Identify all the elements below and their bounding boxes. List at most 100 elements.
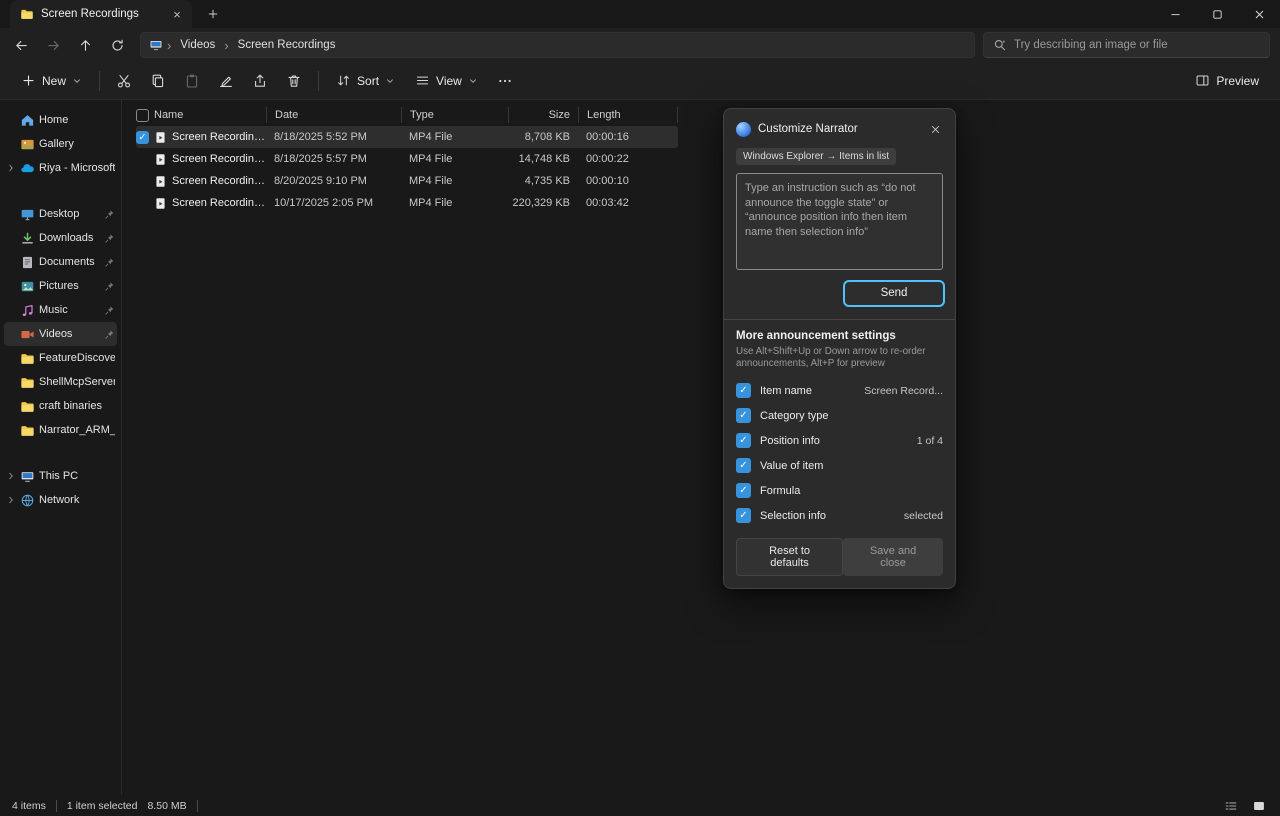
checkbox-formula[interactable]: ✓ bbox=[736, 483, 751, 498]
back-button[interactable] bbox=[6, 31, 36, 59]
sidebar-separator bbox=[0, 442, 121, 464]
option-label: Category type bbox=[760, 410, 934, 422]
sidebar-item-label: Narrator_ARM_281 bbox=[39, 424, 115, 436]
sidebar-item-network[interactable]: Network bbox=[4, 488, 117, 512]
column-header-type[interactable]: Type bbox=[401, 107, 508, 123]
pin-icon bbox=[104, 209, 115, 220]
sidebar-separator bbox=[0, 180, 121, 202]
checkbox-position-info[interactable]: ✓ bbox=[736, 433, 751, 448]
checkbox-item-name[interactable]: ✓ bbox=[736, 383, 751, 398]
minimize-button[interactable] bbox=[1154, 0, 1196, 28]
address-bar[interactable]: › Videos › Screen Recordings bbox=[140, 32, 975, 58]
search-input[interactable] bbox=[1014, 39, 1260, 51]
more-options-button[interactable] bbox=[489, 66, 521, 96]
sort-button[interactable]: Sort bbox=[327, 66, 404, 96]
file-list-header: Name Date Type Size Length bbox=[136, 104, 678, 126]
maximize-button[interactable] bbox=[1196, 0, 1238, 28]
copy-button[interactable] bbox=[142, 66, 174, 96]
file-size: 8,708 KB bbox=[508, 131, 578, 143]
checkbox-category-type[interactable]: ✓ bbox=[736, 408, 751, 423]
sidebar-item-this-pc[interactable]: This PC bbox=[4, 464, 117, 488]
share-button[interactable] bbox=[244, 66, 276, 96]
sidebar-item-home[interactable]: Home bbox=[4, 108, 117, 132]
dialog-close-icon[interactable] bbox=[923, 118, 947, 140]
chevron-down-icon bbox=[385, 76, 395, 86]
sidebar-item-narrator-arm-281[interactable]: Narrator_ARM_281 bbox=[4, 418, 117, 442]
close-button[interactable] bbox=[1238, 0, 1280, 28]
chevron-right-icon[interactable] bbox=[6, 471, 16, 481]
sidebar-item-gallery[interactable]: Gallery bbox=[4, 132, 117, 156]
file-row[interactable]: Screen Recording 20...8/20/2025 9:10 PMM… bbox=[136, 170, 678, 192]
new-button[interactable]: New bbox=[12, 66, 91, 96]
sidebar-item-featurediscoverabil[interactable]: FeatureDiscoverabil bbox=[4, 346, 117, 370]
column-header-size[interactable]: Size bbox=[508, 107, 578, 123]
column-header-length[interactable]: Length bbox=[578, 107, 678, 123]
reset-defaults-button[interactable]: Reset to defaults bbox=[736, 538, 843, 576]
option-label: Position info bbox=[760, 435, 908, 447]
search-box[interactable] bbox=[983, 32, 1270, 58]
file-size: 14,748 KB bbox=[508, 153, 578, 165]
file-date: 10/17/2025 2:05 PM bbox=[266, 197, 401, 209]
refresh-button[interactable] bbox=[102, 31, 132, 59]
file-type: MP4 File bbox=[401, 175, 508, 187]
column-header-name[interactable]: Name bbox=[136, 109, 266, 122]
paste-button[interactable] bbox=[176, 66, 208, 96]
sidebar-item-label: Videos bbox=[39, 328, 100, 340]
checkbox-selection-info[interactable]: ✓ bbox=[736, 508, 751, 523]
breadcrumb-videos[interactable]: Videos bbox=[175, 37, 220, 53]
send-button[interactable]: Send bbox=[843, 280, 945, 307]
this-pc-icon bbox=[20, 469, 35, 484]
file-row[interactable]: Screen Recording 20...10/17/2025 2:05 PM… bbox=[136, 192, 678, 214]
home-icon bbox=[20, 113, 35, 128]
breadcrumb-screen-recordings[interactable]: Screen Recordings bbox=[233, 37, 341, 53]
file-row[interactable]: ✓Screen Recording 20...8/18/2025 5:52 PM… bbox=[136, 126, 678, 148]
chevron-spacer bbox=[6, 139, 16, 149]
sidebar-item-music[interactable]: Music bbox=[4, 298, 117, 322]
sidebar-item-riya-microsoft[interactable]: Riya - Microsoft bbox=[4, 156, 117, 180]
chevron-right-icon: › bbox=[223, 38, 229, 53]
this-pc-icon[interactable] bbox=[149, 38, 163, 52]
view-button-label: View bbox=[436, 74, 462, 88]
instruction-textarea[interactable] bbox=[736, 173, 943, 270]
sidebar-item-shellmcpservers[interactable]: ShellMcpServers bbox=[4, 370, 117, 394]
dialog-divider bbox=[724, 319, 955, 320]
delete-button[interactable] bbox=[278, 66, 310, 96]
save-close-button[interactable]: Save and close bbox=[843, 538, 943, 576]
sidebar-item-documents[interactable]: Documents bbox=[4, 250, 117, 274]
new-tab-button[interactable] bbox=[200, 3, 226, 25]
customize-narrator-dialog: Customize Narrator Windows Explorer → It… bbox=[723, 108, 956, 589]
details-view-button[interactable] bbox=[1222, 798, 1240, 814]
up-button[interactable] bbox=[70, 31, 100, 59]
rename-button[interactable] bbox=[210, 66, 242, 96]
explorer-tab[interactable]: Screen Recordings × bbox=[10, 0, 192, 28]
forward-button[interactable] bbox=[38, 31, 68, 59]
sidebar-item-craft-binaries[interactable]: craft binaries bbox=[4, 394, 117, 418]
file-row[interactable]: Screen Recording 20...8/18/2025 5:57 PMM… bbox=[136, 148, 678, 170]
chevron-right-icon[interactable] bbox=[6, 495, 16, 505]
titlebar: Screen Recordings × bbox=[0, 0, 1280, 28]
sidebar-item-label: FeatureDiscoverabil bbox=[39, 352, 115, 364]
settings-heading: More announcement settings bbox=[736, 330, 943, 342]
preview-button[interactable]: Preview bbox=[1186, 66, 1268, 96]
chevron-right-icon[interactable] bbox=[6, 163, 16, 173]
sort-button-label: Sort bbox=[357, 74, 379, 88]
checkbox-value-of-item[interactable]: ✓ bbox=[736, 458, 751, 473]
view-icon bbox=[415, 73, 430, 88]
view-button[interactable]: View bbox=[406, 66, 487, 96]
sidebar-item-pictures[interactable]: Pictures bbox=[4, 274, 117, 298]
sidebar-item-desktop[interactable]: Desktop bbox=[4, 202, 117, 226]
cut-button[interactable] bbox=[108, 66, 140, 96]
column-header-date[interactable]: Date bbox=[266, 107, 401, 123]
tab-close-icon[interactable]: × bbox=[168, 5, 186, 23]
chevron-spacer bbox=[6, 209, 16, 219]
chevron-spacer bbox=[6, 377, 16, 387]
row-checkbox[interactable]: ✓ bbox=[136, 131, 149, 144]
file-list-area: Name Date Type Size Length ✓Screen Recor… bbox=[122, 100, 1280, 795]
select-all-checkbox[interactable] bbox=[136, 109, 149, 122]
music-icon bbox=[20, 303, 35, 318]
thumbnail-view-button[interactable] bbox=[1250, 798, 1268, 814]
tab-title: Screen Recordings bbox=[41, 8, 161, 20]
narrator-icon bbox=[736, 122, 751, 137]
sidebar-item-downloads[interactable]: Downloads bbox=[4, 226, 117, 250]
sidebar-item-videos[interactable]: Videos bbox=[4, 322, 117, 346]
